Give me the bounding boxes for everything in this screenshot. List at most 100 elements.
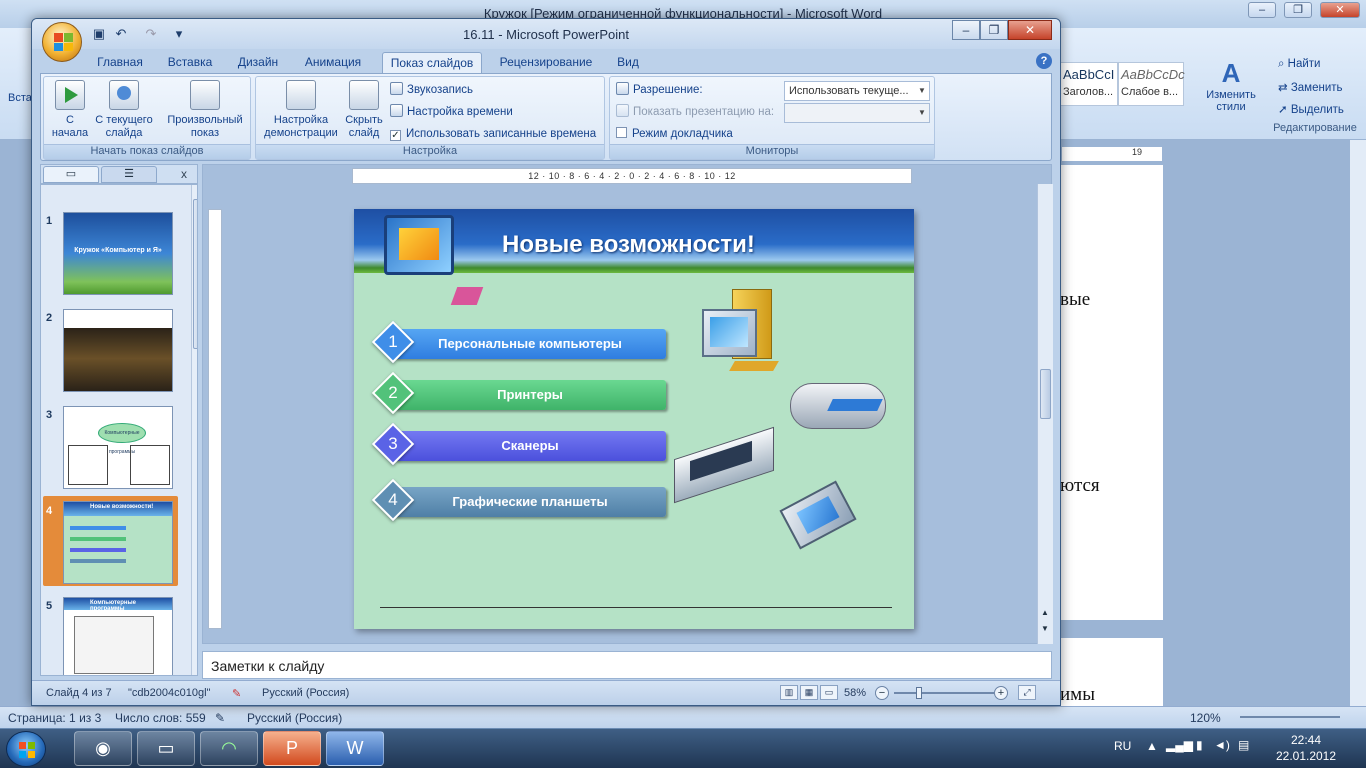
qat-customize-icon[interactable]: ▾ — [170, 25, 188, 43]
ppt-language[interactable]: Русский (Россия) — [262, 687, 349, 699]
tab-view[interactable]: Вид — [612, 52, 644, 73]
undo-icon[interactable]: ↶ — [112, 25, 130, 43]
group-monitors: Разрешение: Использовать текуще... ▼ Пока… — [609, 76, 935, 160]
slide-counter[interactable]: Слайд 4 из 7 — [46, 687, 112, 699]
chrome-taskbar-icon[interactable]: ◉ — [74, 731, 132, 766]
thumbnails-scrollbar[interactable] — [191, 185, 197, 675]
graphics-tablet-clipart[interactable] — [779, 480, 862, 550]
tab-review[interactable]: Рецензирование — [494, 52, 598, 73]
zoom-out-icon[interactable]: − — [875, 686, 889, 700]
word-word-count[interactable]: Число слов: 559 — [115, 711, 206, 725]
setup-show-button[interactable]: Настройка демонстрации — [260, 80, 342, 140]
slide-thumbnail-2[interactable] — [63, 309, 173, 392]
word-taskbar-icon[interactable]: W — [326, 731, 384, 766]
zoom-slider[interactable] — [894, 687, 994, 699]
word-language[interactable]: Русский (Россия) — [247, 711, 342, 725]
word-zoom-level[interactable]: 120% — [1190, 711, 1221, 725]
tray-expand-icon[interactable]: ▲ — [1146, 739, 1158, 753]
signal-icon[interactable]: ▂▄▆ — [1166, 738, 1193, 752]
list-item-3[interactable]: Сканеры — [394, 431, 666, 461]
show-on-select[interactable]: ▼ — [784, 103, 930, 123]
word-maximize-button[interactable]: ❐ — [1284, 2, 1312, 18]
start-button[interactable] — [6, 731, 46, 767]
tab-slideshow[interactable]: Показ слайдов — [382, 52, 482, 73]
volume-icon[interactable]: ◄) — [1214, 738, 1230, 752]
printer-clipart[interactable] — [790, 369, 886, 431]
save-icon[interactable]: ▣ — [90, 25, 108, 43]
scanner-clipart[interactable] — [674, 426, 778, 504]
clock-date[interactable]: 22.01.2012 — [1266, 749, 1346, 763]
powerpoint-taskbar-icon[interactable]: P — [263, 731, 321, 766]
explorer-taskbar-icon[interactable]: ▭ — [137, 731, 195, 766]
word-zoom-slider[interactable] — [1240, 716, 1340, 718]
wifi-app-taskbar-icon[interactable]: ◠ — [200, 731, 258, 766]
hide-slide-button[interactable]: Скрыть слайд — [342, 80, 386, 140]
word-paste-label[interactable]: Вста — [8, 92, 32, 104]
spellcheck-icon[interactable]: ✎ — [215, 711, 225, 725]
word-minimize-button[interactable]: – — [1248, 2, 1276, 18]
from-start-button[interactable]: С начала — [48, 80, 92, 140]
slide-sorter-icon[interactable]: ▦ — [800, 685, 818, 700]
from-current-button[interactable]: С текущего слайда — [94, 80, 154, 140]
tab-insert[interactable]: Вставка — [162, 52, 218, 73]
next-slide-icon[interactable]: ▼ — [1041, 624, 1049, 633]
tab-animation[interactable]: Анимация — [300, 52, 366, 73]
spellcheck-icon[interactable]: ✎ — [232, 687, 241, 700]
slide-title[interactable]: Новые возможности! — [502, 231, 755, 259]
slide-thumbnail-3[interactable]: Компьютерные программы — [63, 406, 173, 489]
word-page-count[interactable]: Страница: 1 из 3 — [8, 711, 101, 725]
theme-name[interactable]: "cdb2004c010gl" — [128, 687, 210, 699]
list-item-2[interactable]: Принтеры — [394, 380, 666, 410]
word-change-styles-button[interactable]: A Изменить стили — [1198, 58, 1264, 113]
record-narration-button[interactable]: Звукозапись — [390, 81, 473, 99]
word-find-button[interactable]: ⌕ Найти — [1278, 58, 1320, 71]
list-item-4[interactable]: Графические планшеты — [394, 487, 666, 517]
ppt-zoom-level[interactable]: 58% — [844, 687, 866, 699]
word-page[interactable]: вые ются — [1060, 165, 1163, 620]
zoom-in-icon[interactable]: + — [994, 686, 1008, 700]
pc-clipart[interactable] — [702, 289, 792, 379]
current-slide[interactable]: Новые возможности! Персональные компьюте… — [354, 209, 914, 629]
word-style-subtle[interactable]: AaBbCcDc Слабое в... — [1118, 62, 1185, 106]
network-icon[interactable]: ▤ — [1238, 738, 1249, 752]
thumb-number-2: 2 — [46, 312, 53, 324]
system-tray: RU ▲ ▂▄▆ ▮ ◄) ▤ 22:44 22.01.2012 — [1106, 733, 1366, 765]
clock-time[interactable]: 22:44 — [1266, 733, 1346, 747]
tab-home[interactable]: Главная — [92, 52, 148, 73]
word-vertical-scrollbar[interactable] — [1350, 140, 1366, 706]
redo-icon[interactable]: ↷ — [142, 25, 160, 43]
zoom-slider-thumb[interactable] — [916, 687, 922, 699]
presenter-view-checkbox[interactable]: Режим докладчика — [616, 125, 733, 143]
notes-pane[interactable]: Заметки к слайду — [202, 651, 1052, 679]
prev-slide-icon[interactable]: ▲ — [1041, 608, 1049, 617]
slideshow-view-icon[interactable]: ▭ — [820, 685, 838, 700]
fit-to-window-icon[interactable]: ⤢ — [1018, 685, 1036, 700]
battery-icon[interactable]: ▮ — [1196, 738, 1203, 752]
slide-thumbnail-4[interactable]: Новые возможности! — [63, 501, 173, 584]
help-icon[interactable]: ? — [1036, 53, 1052, 69]
normal-view-icon[interactable]: ▥ — [780, 685, 798, 700]
use-timings-checkbox[interactable]: ✓ Использовать записанные времена — [390, 125, 596, 143]
word-page-2[interactable]: имы — [1060, 638, 1163, 706]
ppt-maximize-button[interactable]: ❐ — [980, 20, 1008, 40]
slides-tab-icon[interactable]: ▭ — [43, 166, 99, 183]
custom-show-button[interactable]: Произвольный показ ▾ — [162, 80, 248, 153]
editor-vertical-scrollbar[interactable]: ▲ ▼ — [1037, 184, 1053, 644]
list-item-1[interactable]: Персональные компьютеры — [394, 329, 666, 359]
word-style-heading[interactable]: AaBbCcI Заголов... — [1060, 62, 1118, 106]
close-pane-icon[interactable]: x — [181, 167, 187, 181]
scroll-thumb[interactable] — [1040, 369, 1051, 419]
resolution-select[interactable]: Использовать текуще... ▼ — [784, 81, 930, 101]
ppt-close-button[interactable]: ✕ — [1008, 20, 1052, 40]
office-button[interactable] — [42, 22, 82, 62]
word-select-button[interactable]: ➚ Выделить — [1278, 102, 1344, 116]
tab-design[interactable]: Дизайн — [230, 52, 286, 73]
slide-thumbnail-5[interactable]: Компьютерные программы — [63, 597, 173, 675]
ppt-minimize-button[interactable]: – — [952, 20, 980, 40]
language-indicator[interactable]: RU — [1114, 739, 1131, 753]
outline-tab-icon[interactable]: ☰ — [101, 166, 157, 183]
word-close-button[interactable]: ✕ — [1320, 2, 1360, 18]
slide-thumbnail-1[interactable]: Кружок «Компьютер и Я» — [63, 212, 173, 295]
rehearse-timings-button[interactable]: Настройка времени — [390, 103, 513, 121]
word-replace-button[interactable]: ⇄ Заменить — [1278, 80, 1343, 94]
